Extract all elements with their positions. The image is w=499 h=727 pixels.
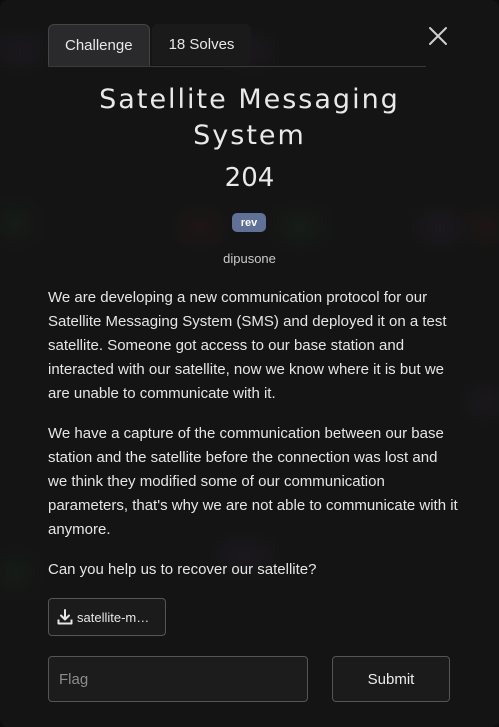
challenge-modal: Challenge 18 Solves Satellite Messaging … [0, 0, 499, 727]
close-button[interactable] [424, 22, 452, 50]
challenge-points: 204 [224, 163, 275, 193]
tab-challenge[interactable]: Challenge [48, 24, 150, 66]
challenge-title: Satellite Messaging System [99, 84, 400, 151]
description-paragraph: We have a capture of the communication b… [48, 425, 458, 538]
tab-solves-label: 18 Solves [168, 36, 235, 53]
description-paragraph: Can you help us to recover our satellite… [48, 561, 317, 578]
challenge-tabs: Challenge 18 Solves [48, 24, 426, 67]
description-paragraph: We are developing a new communication pr… [48, 289, 447, 402]
challenge-description: We are developing a new communication pr… [48, 286, 458, 598]
flag-input[interactable] [48, 656, 308, 702]
tab-challenge-label: Challenge [65, 36, 133, 54]
download-icon [57, 609, 73, 625]
category-tag: rev [232, 213, 266, 232]
submit-button[interactable]: Submit [332, 656, 450, 702]
tab-solves[interactable]: 18 Solves [151, 24, 252, 65]
file-download-button[interactable]: satellite-m… [48, 598, 166, 636]
close-icon [429, 27, 447, 45]
file-download-label: satellite-m… [77, 609, 150, 625]
challenge-author: dipusone [223, 251, 276, 266]
